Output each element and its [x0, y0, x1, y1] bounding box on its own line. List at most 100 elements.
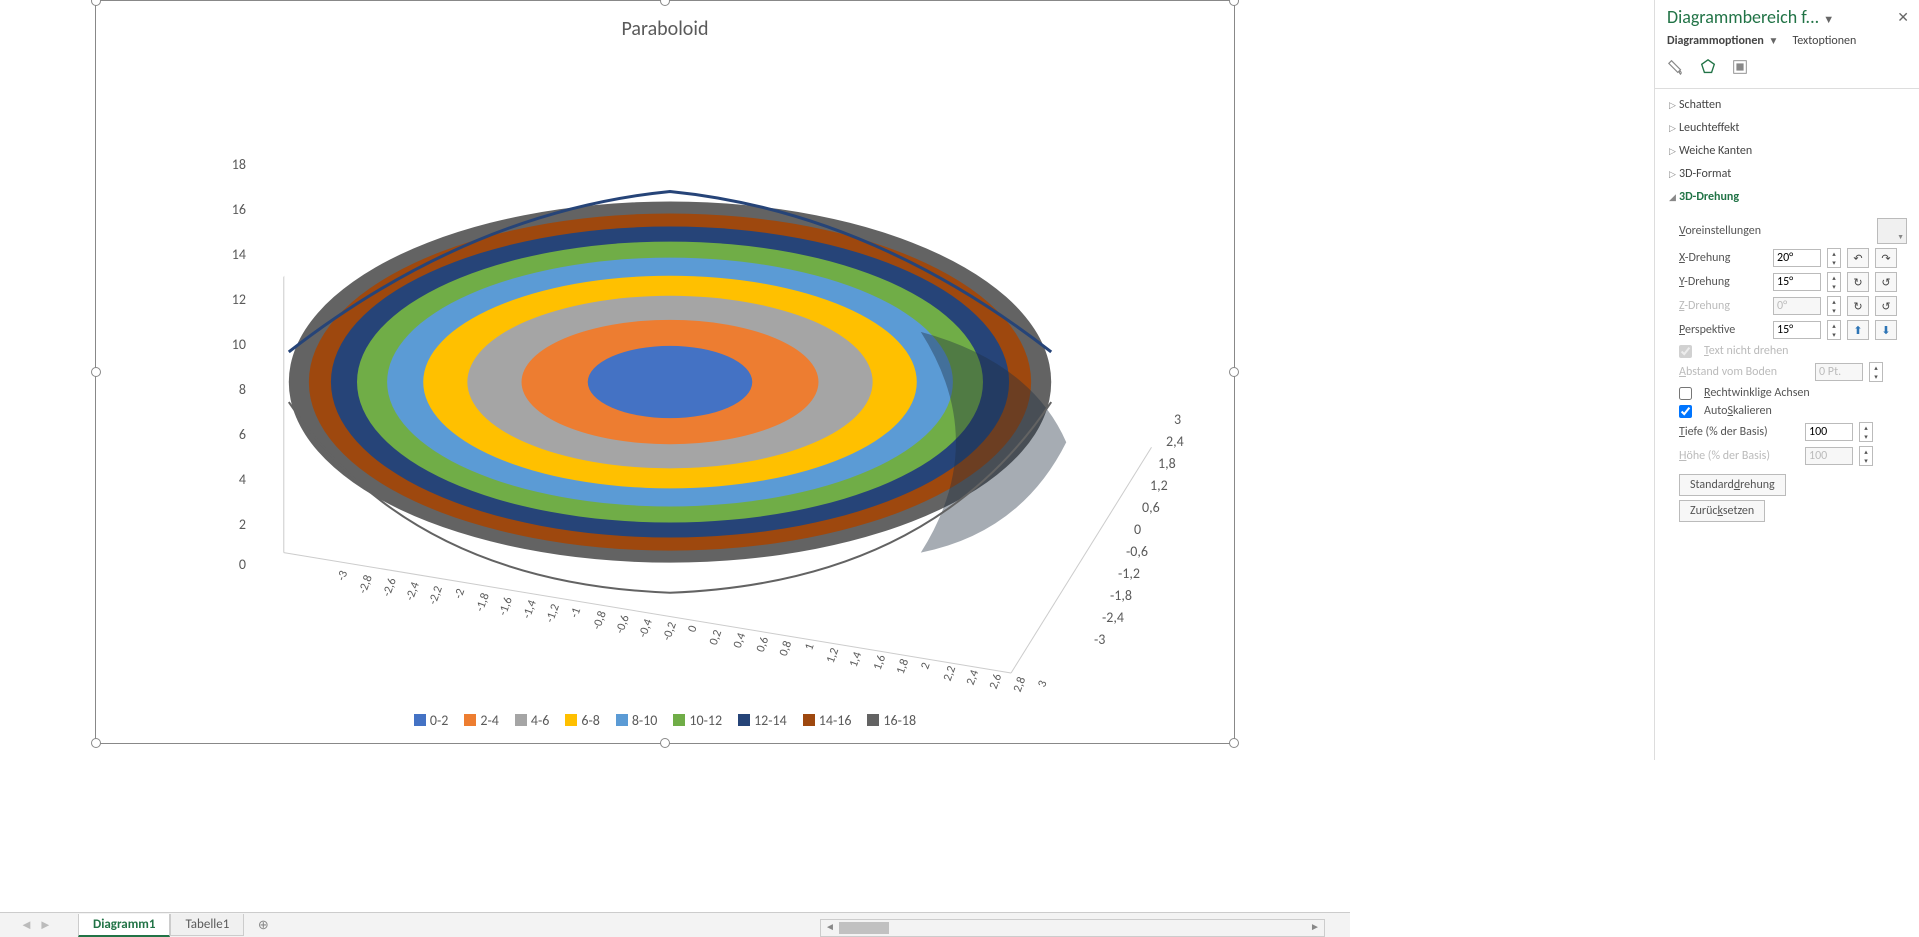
fill-line-icon[interactable] [1667, 58, 1685, 80]
section-3d-rotation[interactable]: ◢3D-Drehung [1655, 185, 1919, 208]
legend-swatch [867, 714, 879, 726]
legend-swatch [464, 714, 476, 726]
plot-area[interactable] [136, 51, 1204, 683]
default-rotation-button[interactable]: Standarddrehung [1679, 474, 1786, 496]
legend-swatch [515, 714, 527, 726]
legend-item[interactable]: 0-2 [414, 712, 448, 729]
section-shadow[interactable]: ▷Schatten [1655, 93, 1919, 116]
tab-nav[interactable]: ◄► [20, 917, 68, 933]
spinner[interactable]: ▴▾ [1827, 272, 1841, 292]
prev-sheet-icon: ◄ [20, 917, 33, 933]
resize-handle[interactable] [1229, 0, 1239, 6]
resize-handle[interactable] [1229, 367, 1239, 377]
resize-handle[interactable] [91, 738, 101, 748]
resize-handle[interactable] [1229, 738, 1239, 748]
sheet-tab-diagramm1[interactable]: Diagramm1 [78, 914, 170, 937]
pane-title: Diagrammbereich f... [1667, 6, 1819, 28]
spinner[interactable]: ▴▾ [1859, 422, 1873, 442]
section-soft-edges[interactable]: ▷Weiche Kanten [1655, 139, 1919, 162]
x-rotation-label: X-Drehung [1679, 251, 1767, 265]
reset-button[interactable]: Zurücksetzen [1679, 500, 1765, 522]
legend-swatch [616, 714, 628, 726]
depth-input[interactable] [1805, 423, 1853, 441]
spinner[interactable]: ▴▾ [1827, 320, 1841, 340]
surface-chart [136, 51, 1204, 683]
perspective-input[interactable] [1773, 321, 1821, 339]
size-properties-icon[interactable] [1731, 58, 1749, 80]
section-3d-format[interactable]: ▷3D-Format [1655, 162, 1919, 185]
resize-handle[interactable] [660, 0, 670, 6]
legend-item[interactable]: 2-4 [464, 712, 498, 729]
chart-frame[interactable]: Paraboloid 18 16 14 12 10 8 6 4 2 0 [95, 0, 1235, 744]
chart-sheet-canvas[interactable]: Paraboloid 18 16 14 12 10 8 6 4 2 0 [0, 0, 1350, 760]
x-rotation-input[interactable] [1773, 249, 1821, 267]
height-label: Höhe (% der Basis) [1679, 449, 1799, 463]
spinner: ▴▾ [1859, 446, 1873, 466]
right-angle-checkbox[interactable] [1679, 387, 1692, 400]
resize-handle[interactable] [91, 367, 101, 377]
y-rotation-input[interactable] [1773, 273, 1821, 291]
spinner: ▴▾ [1869, 362, 1883, 382]
scroll-right-icon[interactable]: ► [1306, 920, 1324, 936]
y-tick: 3 [1174, 411, 1214, 428]
keep-text-flat-label: Text nicht drehen [1704, 344, 1788, 358]
height-input [1805, 447, 1853, 465]
legend-item[interactable]: 8-10 [616, 712, 658, 729]
close-pane-button[interactable]: ✕ [1897, 9, 1909, 26]
y-tick: -2,4 [1102, 609, 1142, 626]
scroll-thumb[interactable] [839, 922, 889, 934]
legend-label: 12-14 [754, 712, 787, 729]
section-glow[interactable]: ▷Leuchteffekt [1655, 116, 1919, 139]
perspective-up-icon[interactable]: ⬆ [1847, 320, 1869, 340]
section-3d-rotation-content: Voreinstellungen X-Drehung ▴▾ ↶ ↷ Y-Dreh… [1655, 208, 1919, 528]
add-sheet-button[interactable]: ⊕ [252, 914, 274, 936]
perspective-down-icon[interactable]: ⬇ [1875, 320, 1897, 340]
y-tick: 1,8 [1158, 455, 1198, 472]
presets-button[interactable] [1877, 218, 1907, 244]
chart-title[interactable]: Paraboloid [96, 17, 1234, 41]
z-rotation-input [1773, 297, 1821, 315]
tab-text-options[interactable]: Textoptionen [1792, 34, 1856, 48]
legend-item[interactable]: 16-18 [867, 712, 916, 729]
spinner[interactable]: ▴▾ [1827, 248, 1841, 268]
autoscale-label: AutoSkalieren [1704, 404, 1772, 418]
y-tick: -1,8 [1110, 587, 1150, 604]
perspective-label: Perspektive [1679, 323, 1767, 337]
y-tick: -0,6 [1126, 543, 1166, 560]
sheet-tab-tabelle1[interactable]: Tabelle1 [170, 914, 244, 936]
next-sheet-icon: ► [39, 917, 52, 933]
legend-label: 10-12 [689, 712, 722, 729]
autoscale-checkbox[interactable] [1679, 405, 1692, 418]
legend-item[interactable]: 10-12 [673, 712, 722, 729]
format-pane: Diagrammbereich f... ▼ ✕ Diagrammoptione… [1654, 0, 1919, 760]
legend-item[interactable]: 4-6 [515, 712, 549, 729]
presets-label: oreinstellungen [1685, 224, 1761, 238]
tab-diagram-options[interactable]: Diagrammoptionen ▼ [1667, 34, 1778, 48]
legend-swatch [738, 714, 750, 726]
effects-icon[interactable] [1699, 58, 1717, 80]
rotate-left-icon[interactable]: ↶ [1847, 248, 1869, 268]
rotate-up-icon[interactable]: ↻ [1847, 272, 1869, 292]
y-tick: 2,4 [1166, 433, 1206, 450]
legend-label: 16-18 [883, 712, 916, 729]
legend-swatch [803, 714, 815, 726]
dropdown-icon[interactable]: ▼ [1823, 13, 1834, 26]
legend-item[interactable]: 14-16 [803, 712, 852, 729]
legend-swatch [414, 714, 426, 726]
rotate-right-icon[interactable]: ↷ [1875, 248, 1897, 268]
resize-handle[interactable] [660, 738, 670, 748]
z-rotation-label: Z-Drehung [1679, 299, 1767, 313]
y-tick: 0 [1134, 521, 1174, 538]
scroll-left-icon[interactable]: ◄ [821, 920, 839, 936]
legend-item[interactable]: 12-14 [738, 712, 787, 729]
rotate-down-icon[interactable]: ↺ [1875, 272, 1897, 292]
horizontal-scrollbar[interactable]: ◄ ► [820, 919, 1325, 937]
legend-item[interactable]: 6-8 [565, 712, 599, 729]
keep-text-flat-checkbox [1679, 345, 1692, 358]
resize-handle[interactable] [91, 0, 101, 6]
y-rotation-label: Y-Drehung [1679, 275, 1767, 289]
legend[interactable]: 0-2 2-4 4-6 6-8 8-10 10-12 12-14 14-16 16-18 [96, 712, 1234, 729]
legend-label: 0-2 [430, 712, 448, 729]
rotate-ccw-icon: ↺ [1875, 296, 1897, 316]
legend-swatch [673, 714, 685, 726]
